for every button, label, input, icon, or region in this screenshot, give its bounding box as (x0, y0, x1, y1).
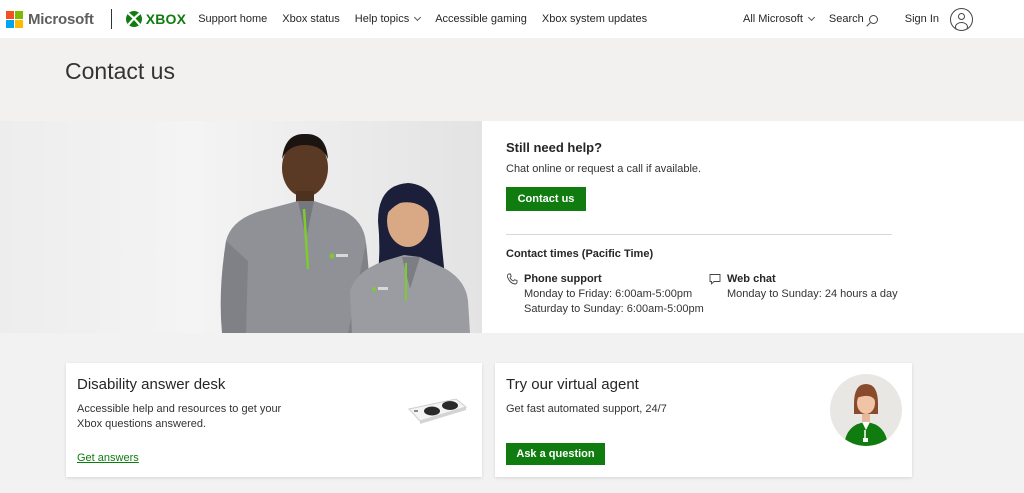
phone-icon (506, 273, 518, 285)
chevron-down-icon (414, 13, 422, 22)
chat-icon (709, 274, 721, 285)
support-staff-photo (0, 121, 482, 333)
avatar-icon (950, 7, 973, 31)
virtual-agent-card-description: Get fast automated support, 24/7 (506, 403, 667, 415)
xbox-logo[interactable]: XBOX (125, 11, 187, 27)
xbox-logo-text: XBOX (145, 11, 187, 27)
still-need-help-title: Still need help? (506, 140, 603, 155)
web-chat-hours: Monday to Sunday: 24 hours a day (727, 288, 898, 300)
search-icon (868, 14, 878, 24)
hero-section: Still need help? Chat online or request … (0, 121, 1024, 333)
web-chat-heading: Web chat (709, 273, 898, 285)
header-right: All Microsoft Search Sign In (743, 0, 973, 38)
nav-system-updates[interactable]: Xbox system updates (542, 13, 647, 25)
all-microsoft-label: All Microsoft (742, 13, 803, 25)
contact-times-title: Contact times (Pacific Time) (506, 248, 654, 260)
contact-us-button[interactable]: Contact us (506, 187, 586, 211)
nav-accessible-gaming[interactable]: Accessible gaming (435, 13, 527, 25)
virtual-agent-card: Try our virtual agent Get fast automated… (495, 363, 912, 477)
hero-divider (506, 234, 892, 235)
phone-support-block: Phone support Monday to Friday: 6:00am-5… (506, 273, 704, 315)
sign-in-button[interactable]: Sign In (904, 7, 973, 31)
still-need-help-subtitle: Chat online or request a call if availab… (506, 163, 702, 175)
nav-help-topics[interactable]: Help topics (354, 13, 422, 25)
search-button[interactable]: Search (829, 13, 878, 25)
web-chat-block: Web chat Monday to Sunday: 24 hours a da… (709, 273, 898, 300)
header-divider (110, 9, 112, 29)
disability-card-description: Accessible help and resources to get you… (77, 403, 282, 430)
sign-in-label: Sign In (904, 13, 939, 25)
microsoft-logo-text: Microsoft (28, 10, 94, 28)
adaptive-controller-image (408, 398, 468, 424)
phone-hours-weekend: Saturday to Sunday: 6:00am-5:00pm (524, 303, 704, 315)
main-nav: Support home Xbox status Help topics Acc… (198, 13, 662, 25)
phone-support-heading: Phone support (506, 273, 704, 285)
title-band: Contact us (0, 38, 1024, 121)
search-label: Search (828, 13, 864, 25)
site-header: Microsoft XBOX Support home Xbox status … (0, 0, 1024, 38)
xbox-sphere-icon (125, 11, 142, 27)
microsoft-logo[interactable]: Microsoft (6, 10, 94, 28)
page-title: Contact us (65, 58, 175, 84)
phone-support-label: Phone support (524, 273, 602, 285)
disability-card-title: Disability answer desk (77, 376, 226, 393)
nav-xbox-status[interactable]: Xbox status (282, 13, 339, 25)
web-chat-label: Web chat (727, 273, 776, 285)
phone-hours-weekday: Monday to Friday: 6:00am-5:00pm (524, 288, 693, 300)
microsoft-squares-icon (6, 10, 23, 28)
virtual-agent-avatar (830, 374, 902, 446)
chevron-down-icon (807, 13, 815, 22)
nav-help-topics-label: Help topics (354, 13, 410, 25)
virtual-agent-card-title: Try our virtual agent (506, 376, 639, 393)
all-microsoft-menu[interactable]: All Microsoft (742, 13, 815, 25)
ask-a-question-button[interactable]: Ask a question (506, 443, 605, 465)
nav-support-home[interactable]: Support home (198, 13, 267, 25)
get-answers-link[interactable]: Get answers (77, 452, 139, 464)
disability-answer-desk-card: Disability answer desk Accessible help a… (66, 363, 482, 477)
